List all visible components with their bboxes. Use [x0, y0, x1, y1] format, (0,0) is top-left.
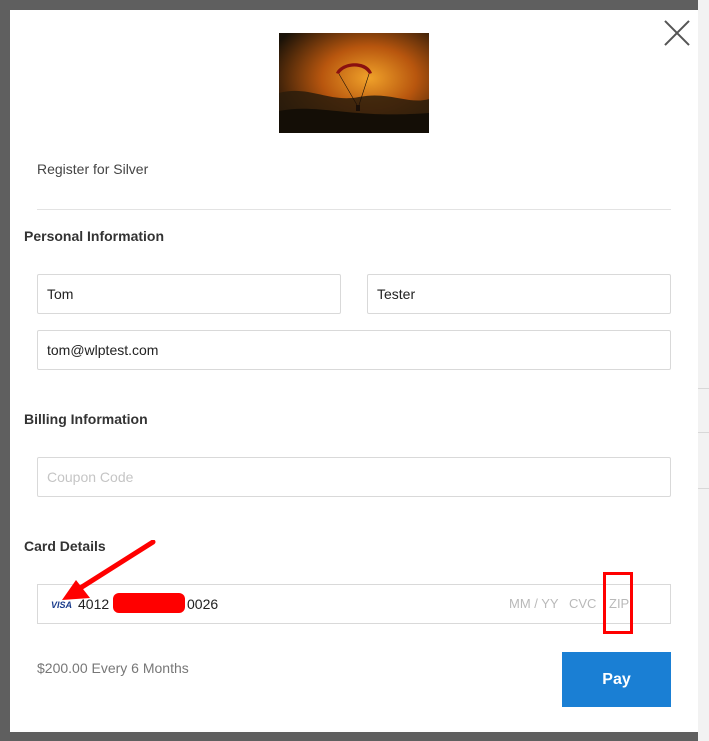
card-number-last: 0026 [187, 596, 219, 612]
zip-highlight-annotation [603, 572, 633, 634]
close-icon[interactable] [664, 20, 690, 46]
annotation-arrow-icon [62, 540, 156, 600]
register-heading: Register for Silver [37, 161, 149, 177]
price-summary: $200.00 Every 6 Months [37, 660, 189, 676]
email-input[interactable] [37, 330, 671, 370]
cvc-field[interactable]: CVC [569, 596, 596, 611]
personal-information-title: Personal Information [24, 228, 165, 244]
background-divider [698, 432, 709, 433]
background-divider [698, 388, 709, 389]
coupon-code-input[interactable] [37, 457, 671, 497]
first-name-input[interactable] [37, 274, 341, 314]
pay-button[interactable]: Pay [562, 652, 671, 707]
expiry-field[interactable]: MM / YY [509, 596, 559, 611]
billing-information-title: Billing Information [24, 411, 148, 427]
registration-modal: Register for Silver Personal Information… [10, 10, 698, 732]
divider [37, 209, 671, 210]
background-divider [698, 488, 709, 489]
background-page [698, 0, 709, 741]
paraglider-image [279, 33, 429, 133]
last-name-input[interactable] [367, 274, 671, 314]
